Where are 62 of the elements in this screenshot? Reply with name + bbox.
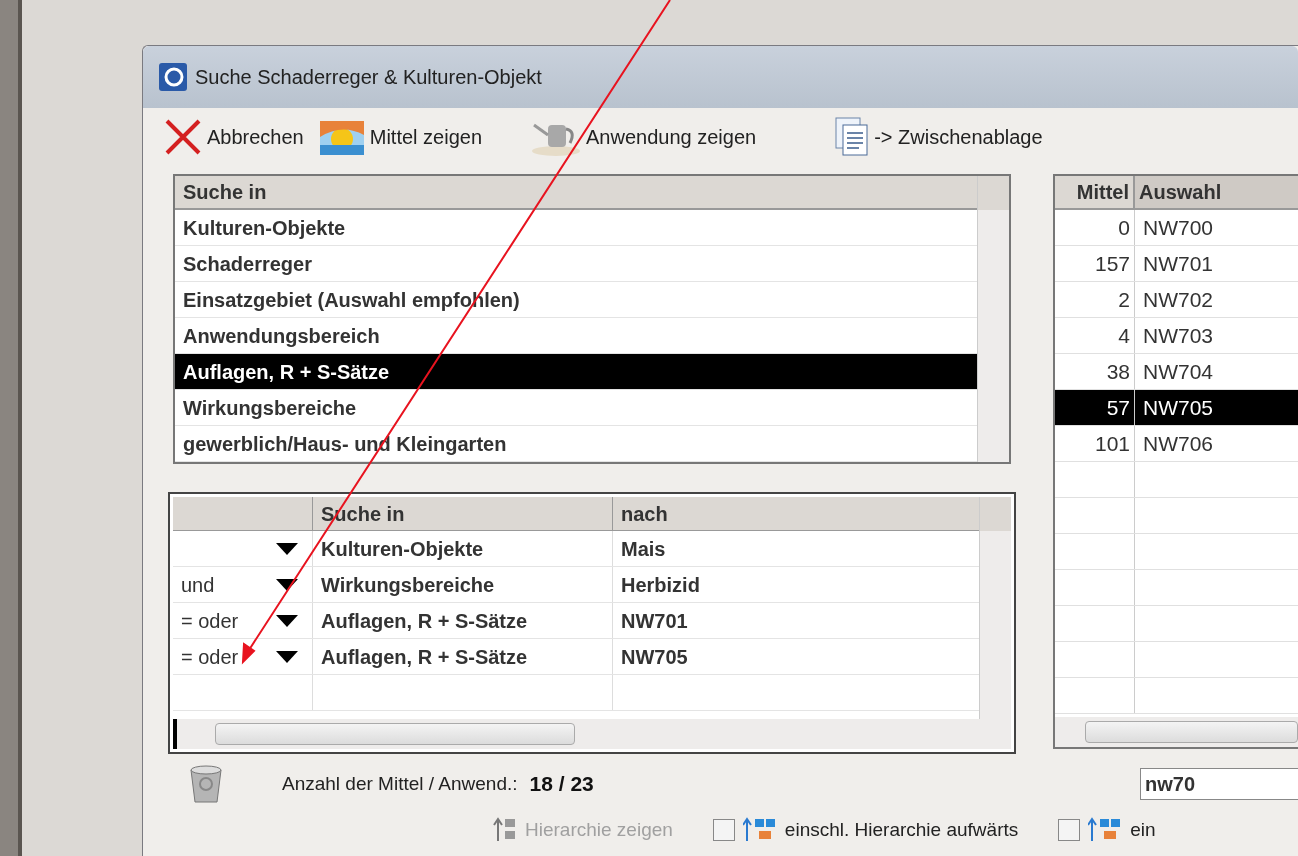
operator-label: = oder — [181, 608, 239, 634]
horizontal-scrollbar[interactable] — [173, 719, 1011, 749]
operator-label: und — [181, 572, 215, 598]
table-cell: 101 — [1055, 426, 1135, 461]
toolbar-button[interactable]: Mittel zeigen — [313, 113, 487, 161]
table-cell: Auflagen, R + S-Sätze — [313, 603, 613, 638]
checkbox-label: einschl. Hierarchie aufwärts — [784, 817, 1019, 842]
table-cell-text: NW701 — [1142, 250, 1215, 277]
table-cell-text: Mais — [620, 536, 667, 562]
table-cell: 157 — [1055, 246, 1135, 281]
table-row[interactable]: 101 NW706 — [1055, 426, 1298, 462]
table-cell-text: NW702 — [1142, 286, 1215, 313]
table-cell-text: NW701 — [620, 608, 689, 634]
dropdown-arrow-icon[interactable] — [276, 614, 298, 627]
hierarchy-icon — [742, 817, 777, 843]
table-row[interactable]: 157 NW701 — [1055, 246, 1298, 282]
window-title: Suche Schaderreger & Kulturen-Objekt — [195, 65, 542, 90]
trash-can-icon[interactable] — [188, 764, 224, 804]
table-cell: 38 — [1055, 354, 1135, 389]
toolbar-button[interactable]: Abbrechen — [159, 113, 308, 161]
column-header: Mittel — [1055, 176, 1135, 208]
table-cell: 4 — [1055, 318, 1135, 353]
checkbox[interactable] — [1058, 819, 1081, 841]
column-header: nach — [620, 501, 669, 527]
table-cell-text: NW706 — [1142, 430, 1215, 457]
table-cell-text: NW705 — [620, 644, 689, 670]
search-field[interactable]: nw70 — [1140, 768, 1298, 800]
table-cell: 57 — [1055, 390, 1135, 425]
column-header: Suche in — [175, 176, 977, 210]
vertical-scrollbar[interactable] — [979, 497, 1011, 719]
table-cell: Auflagen, R + S-Sätze — [313, 639, 613, 674]
table-cell-text: NW704 — [1142, 358, 1215, 385]
table-cell-text: NW703 — [1142, 322, 1215, 349]
table-row[interactable]: 2 NW702 — [1055, 282, 1298, 318]
vertical-scrollbar[interactable] — [977, 176, 1009, 462]
app-logo-icon — [159, 63, 187, 91]
horizontal-scrollbar[interactable] — [1055, 717, 1298, 747]
table-row[interactable]: 4 NW703 — [1055, 318, 1298, 354]
checkbox[interactable] — [712, 819, 735, 841]
dropdown-arrow-icon[interactable] — [276, 650, 298, 663]
toolbar-button[interactable]: Anwendung zeigen — [526, 113, 761, 161]
table-cell: 0 — [1055, 210, 1135, 245]
list-item[interactable]: Auflagen, R + S-Sätze — [175, 354, 977, 390]
table-cell: Wirkungsbereiche — [313, 567, 613, 602]
table-cell-text: NW705 — [1142, 394, 1215, 421]
hierarchy-icon — [493, 817, 517, 843]
table-cell-text: NW700 — [1142, 214, 1215, 241]
table-row[interactable]: 0 NW700 — [1055, 210, 1298, 246]
table-cell-text: Herbizid — [620, 572, 701, 598]
checkbox-label: ein — [1130, 817, 1156, 842]
operator-label: = oder — [181, 644, 239, 670]
dropdown-arrow-icon[interactable] — [276, 542, 298, 555]
toolbar-button[interactable]: -> Zwischenablage — [830, 113, 1047, 161]
document-icon — [834, 116, 871, 158]
close-icon — [163, 117, 203, 157]
table-cell: 2 — [1055, 282, 1135, 317]
column-header: Auswahl — [1138, 180, 1223, 205]
hierarchy-icon — [1088, 817, 1123, 843]
hierarchy-button: Hierarchie zeigen — [493, 815, 673, 845]
count-value: 18 / 23 — [529, 771, 594, 798]
count-label: Anzahl der Mittel / Anwend.: — [282, 771, 518, 796]
table-row[interactable]: 57 NW705 — [1055, 390, 1298, 426]
